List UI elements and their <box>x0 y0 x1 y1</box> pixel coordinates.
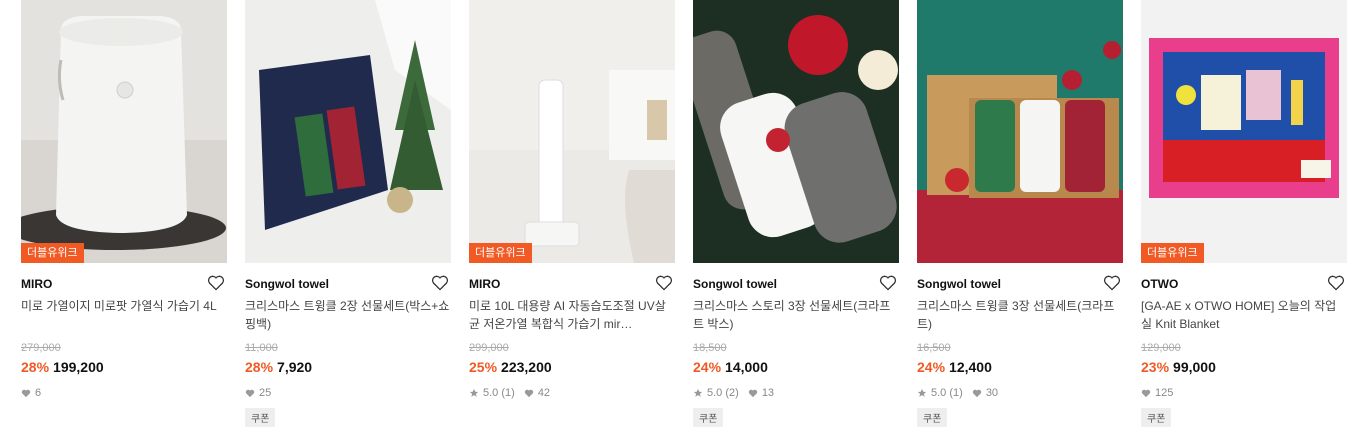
coupon-badge: 쿠폰 <box>1141 408 1172 427</box>
towel-set-box-image <box>917 0 1123 263</box>
brand-name[interactable]: MIRO <box>469 277 500 291</box>
product-title[interactable]: 미로 가열이지 미로팟 가열식 가습기 4L <box>21 297 227 335</box>
likes-heart-icon <box>1141 389 1151 397</box>
discount-rate: 28% <box>245 359 274 375</box>
product-stats: 25 <box>245 386 451 400</box>
product-stats: 6 <box>21 386 227 400</box>
product-card[interactable]: 더블유위크 OTWO [GA-AE x OTWO HOME] 오늘의 작업실 K… <box>1141 0 1347 433</box>
product-card[interactable]: 더블유위크 MIRO 미로 가열이지 미로팟 가열식 가습기 4L 279,00… <box>21 0 227 433</box>
price-row: 25% 223,200 <box>469 359 675 377</box>
product-image[interactable]: 더블유위크 <box>21 0 227 263</box>
likes-heart-icon <box>972 389 981 397</box>
wishlist-heart-icon[interactable] <box>655 275 673 291</box>
promo-badge: 더블유위크 <box>469 243 532 263</box>
rating-star-icon <box>469 388 479 397</box>
likes-heart-icon <box>245 389 255 397</box>
product-image[interactable] <box>245 0 451 263</box>
rating-star-icon <box>693 388 703 397</box>
product-title[interactable]: 크리스마스 트윙클 3장 선물세트(크라프트) <box>917 297 1123 335</box>
christmas-towel-rolls-image <box>693 0 899 263</box>
tower-humidifier-image <box>469 0 675 263</box>
rating-star-icon <box>917 388 927 397</box>
likes-count: 125 <box>1155 387 1174 399</box>
humidifier-image <box>21 0 227 263</box>
original-price: 11,000 <box>245 342 278 354</box>
product-stats: 5.0 (2) 13 <box>693 386 899 400</box>
product-card[interactable]: Songwol towel 크리스마스 트윙클 2장 선물세트(박스+쇼핑백) … <box>245 0 451 433</box>
price-row: 23% 99,000 <box>1141 359 1347 377</box>
brand-name[interactable]: Songwol towel <box>245 277 329 291</box>
product-card[interactable]: Songwol towel 크리스마스 트윙클 3장 선물세트(크라프트) 16… <box>917 0 1123 433</box>
product-stats: 125 <box>1141 386 1347 400</box>
discount-rate: 24% <box>917 359 946 375</box>
likes-heart-icon <box>524 389 533 397</box>
rating-value: 5.0 <box>483 387 499 399</box>
wishlist-heart-icon[interactable] <box>431 275 449 291</box>
product-title[interactable]: 크리스마스 스토리 3장 선물세트(크라프트 박스) <box>693 297 899 335</box>
likes-heart-icon <box>748 389 757 397</box>
coupon-badge: 쿠폰 <box>917 408 948 427</box>
product-stats: 5.0 (1) 42 <box>469 386 675 400</box>
discount-rate: 23% <box>1141 359 1170 375</box>
original-price: 16,500 <box>917 342 951 354</box>
product-grid: 더블유위크 MIRO 미로 가열이지 미로팟 가열식 가습기 4L 279,00… <box>0 0 1361 433</box>
product-image[interactable]: 더블유위크 <box>1141 0 1347 263</box>
brand-name[interactable]: OTWO <box>1141 277 1178 291</box>
likes-count: 13 <box>761 387 775 399</box>
original-price: 299,000 <box>469 342 509 354</box>
product-image[interactable]: 더블유위크 <box>469 0 675 263</box>
brand-name[interactable]: Songwol towel <box>917 277 1001 291</box>
wishlist-heart-icon[interactable] <box>879 275 897 291</box>
product-title[interactable]: 크리스마스 트윙클 2장 선물세트(박스+쇼핑백) <box>245 297 451 335</box>
price-row: 28% 7,920 <box>245 359 451 377</box>
promo-badge: 더블유위크 <box>21 243 84 263</box>
brand-name[interactable]: MIRO <box>21 277 52 291</box>
likes-count: 30 <box>985 387 999 399</box>
sale-price: 7,920 <box>277 359 313 375</box>
rating-value: 5.0 <box>931 387 947 399</box>
towel-gift-box-image <box>245 0 451 263</box>
price-row: 24% 14,000 <box>693 359 899 377</box>
discount-rate: 24% <box>693 359 722 375</box>
likes-heart-icon <box>21 389 31 397</box>
product-title[interactable]: 미로 10L 대용량 AI 자동습도조절 UV살균 저온가열 복합식 가습기 m… <box>469 297 675 335</box>
brand-name[interactable]: Songwol towel <box>693 277 777 291</box>
product-card[interactable]: 더블유위크 MIRO 미로 10L 대용량 AI 자동습도조절 UV살균 저온가… <box>469 0 675 433</box>
coupon-badge: 쿠폰 <box>693 408 724 427</box>
discount-rate: 25% <box>469 359 498 375</box>
promo-badge: 더블유위크 <box>1141 243 1204 263</box>
product-title[interactable]: [GA-AE x OTWO HOME] 오늘의 작업실 Knit Blanket <box>1141 297 1347 335</box>
knit-blanket-image <box>1141 0 1347 263</box>
wishlist-heart-icon[interactable] <box>1327 275 1345 291</box>
likes-count: 6 <box>35 387 42 399</box>
price-row: 28% 199,200 <box>21 359 227 377</box>
coupon-badge: 쿠폰 <box>245 408 276 427</box>
review-count: (1) <box>949 387 963 399</box>
sale-price: 223,200 <box>501 359 552 375</box>
original-price: 279,000 <box>21 342 61 354</box>
likes-count: 42 <box>537 387 551 399</box>
likes-count: 25 <box>259 387 272 399</box>
original-price: 18,500 <box>693 342 727 354</box>
product-image[interactable] <box>917 0 1123 263</box>
wishlist-heart-icon[interactable] <box>1103 275 1121 291</box>
product-card[interactable]: Songwol towel 크리스마스 스토리 3장 선물세트(크라프트 박스)… <box>693 0 899 433</box>
product-stats: 5.0 (1) 30 <box>917 386 1123 400</box>
rating-value: 5.0 <box>707 387 723 399</box>
price-row: 24% 12,400 <box>917 359 1123 377</box>
sale-price: 99,000 <box>1173 359 1216 375</box>
wishlist-heart-icon[interactable] <box>207 275 225 291</box>
discount-rate: 28% <box>21 359 50 375</box>
sale-price: 199,200 <box>53 359 104 375</box>
sale-price: 12,400 <box>949 359 992 375</box>
sale-price: 14,000 <box>725 359 768 375</box>
original-price: 129,000 <box>1141 342 1181 354</box>
review-count: (2) <box>725 387 739 399</box>
review-count: (1) <box>501 387 515 399</box>
product-image[interactable] <box>693 0 899 263</box>
